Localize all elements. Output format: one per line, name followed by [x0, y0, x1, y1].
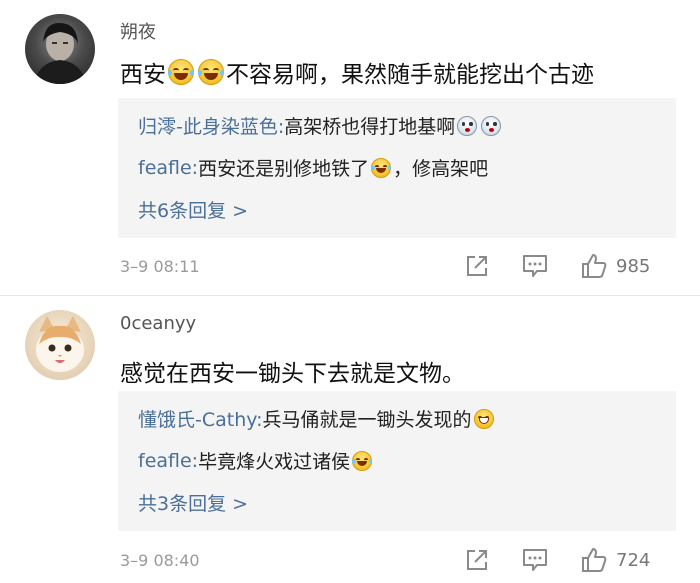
- reply-text: 西安还是别修地铁了: [198, 158, 370, 180]
- reply-box: 懂饿氏-Cathy: 兵马俑就是一锄头发现的 feafle: 毕竟烽火戏过诸侯 …: [118, 391, 676, 531]
- reply-username[interactable]: 懂饿氏-Cathy:: [138, 405, 263, 432]
- scared-emoji-icon: [481, 115, 502, 136]
- username[interactable]: 0ceanyy: [120, 313, 196, 334]
- action-bar: 985: [440, 251, 700, 281]
- comment-button[interactable]: [521, 251, 549, 281]
- reply-text: 高架桥也得打地基啊: [284, 116, 456, 138]
- reply-text: 毕竟烽火戏过诸侯: [198, 451, 351, 473]
- comment-button[interactable]: [521, 545, 549, 575]
- thumbs-up-icon: [582, 548, 607, 572]
- action-bar: 724: [440, 545, 700, 575]
- reply-item[interactable]: feafle: 西安还是别修地铁了 ，修高架吧: [138, 154, 488, 181]
- reply-text: ，修高架吧: [393, 158, 489, 180]
- reply-item[interactable]: 归澪-此身染蓝色: 高架桥也得打地基啊: [138, 112, 503, 139]
- share-icon: [467, 256, 487, 276]
- comment-icon: [523, 549, 547, 571]
- like-button[interactable]: 724: [580, 545, 650, 575]
- comment-text: 感觉在西安一锄头下去就是文物。: [120, 361, 465, 387]
- view-more-replies-link[interactable]: 共6条回复 >: [138, 196, 248, 223]
- avatar[interactable]: [25, 310, 95, 380]
- laughing-tears-emoji-icon: [371, 157, 392, 178]
- share-button[interactable]: [464, 251, 490, 281]
- comment-text: 西安 不容易啊，果然随手就能挖出个古迹: [120, 55, 594, 89]
- laughing-tears-emoji-icon: [352, 450, 373, 471]
- view-more-replies-link[interactable]: 共3条回复 >: [138, 489, 248, 516]
- reply-item[interactable]: 懂饿氏-Cathy: 兵马俑就是一锄头发现的: [138, 405, 496, 432]
- reply-box: 归澪-此身染蓝色: 高架桥也得打地基啊 feafle: 西安还是别修地铁了 ，修…: [118, 98, 676, 238]
- grinning-emoji-icon: [473, 408, 494, 429]
- like-button[interactable]: 985: [580, 251, 650, 281]
- reply-username[interactable]: 归澪-此身染蓝色:: [138, 112, 284, 139]
- reply-username[interactable]: feafle:: [138, 450, 198, 472]
- reply-username[interactable]: feafle:: [138, 157, 198, 179]
- timestamp: 3–9 08:40: [120, 551, 200, 570]
- comment-text-part: 西安: [120, 62, 166, 88]
- comment-text-part: 不容易啊，果然随手就能挖出个古迹: [226, 62, 594, 88]
- comment-item: 朔夜 西安 不容易啊，果然随手就能挖出个古迹 归澪-此身染蓝色: 高架桥也得打地…: [0, 0, 700, 296]
- like-count: 985: [616, 255, 651, 277]
- username[interactable]: 朔夜: [120, 18, 156, 44]
- share-button[interactable]: [464, 545, 490, 575]
- thumbs-up-icon: [582, 254, 607, 278]
- comment-item: 0ceanyy 感觉在西安一锄头下去就是文物。 懂饿氏-Cathy: 兵马俑就是…: [0, 296, 700, 583]
- reply-item[interactable]: feafle: 毕竟烽火戏过诸侯: [138, 447, 374, 474]
- laughing-tears-emoji-icon: [198, 59, 224, 85]
- scared-emoji-icon: [457, 115, 478, 136]
- share-icon: [467, 550, 487, 570]
- laughing-tears-emoji-icon: [168, 59, 194, 85]
- like-count: 724: [616, 549, 651, 571]
- avatar[interactable]: [25, 14, 95, 84]
- reply-text: 兵马俑就是一锄头发现的: [262, 409, 472, 431]
- timestamp: 3–9 08:11: [120, 257, 200, 276]
- comment-icon: [523, 255, 547, 277]
